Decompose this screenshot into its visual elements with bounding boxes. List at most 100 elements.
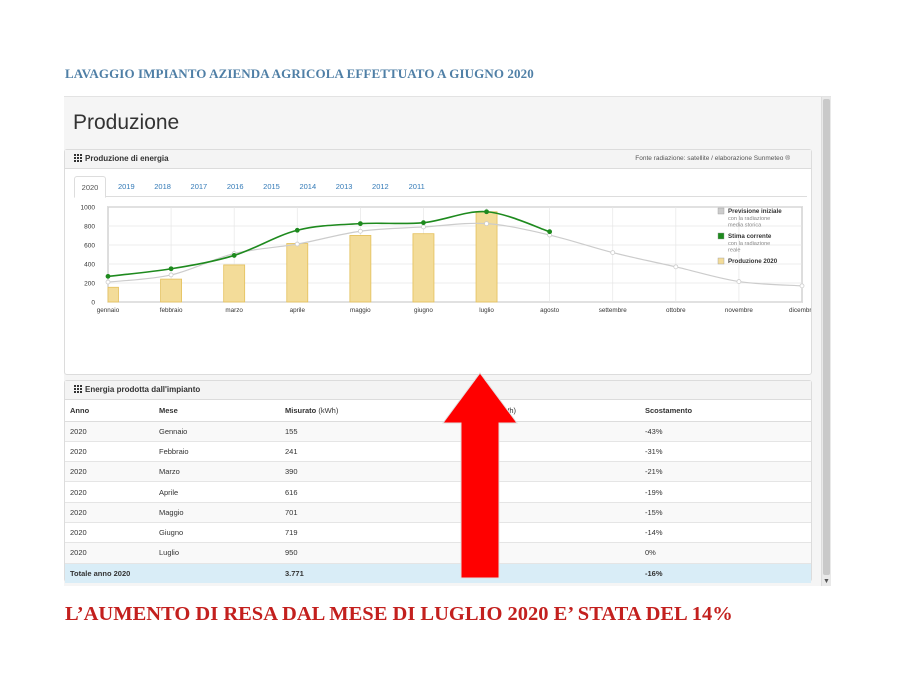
table-row: 2020 Gennaio 155 -43% xyxy=(65,420,811,442)
bar-produzione xyxy=(286,243,309,303)
bar-produzione xyxy=(160,278,182,303)
table-row: 2020 Febbraio 241 -31% xyxy=(65,440,811,462)
cell-misurato: 155 xyxy=(280,420,455,442)
legend-sublabel: con la radiazione xyxy=(728,216,770,222)
point-previsione-iniziale xyxy=(105,279,111,285)
table-row: 2020 Aprile 616 -19% xyxy=(65,481,811,503)
tab-year-2020[interactable]: 2020 xyxy=(74,176,106,198)
cell-anno: 2020 xyxy=(65,521,154,543)
cell-misurato: 719 xyxy=(280,521,455,543)
total-misurato: 3.771 xyxy=(280,562,455,584)
point-stima-corrente xyxy=(547,229,553,235)
point-previsione-iniziale xyxy=(357,228,363,234)
source-note: Fonte radiazione: satellite / elaborazio… xyxy=(635,155,790,162)
document-heading: LAVAGGIO IMPIANTO AZIENDA AGRICOLA EFFET… xyxy=(65,66,534,81)
point-stima-corrente xyxy=(484,209,489,215)
point-stima-corrente xyxy=(421,220,426,226)
cell-mese: Luglio xyxy=(154,542,280,564)
column-header-misurato[interactable]: Misurato (kWh) xyxy=(280,401,455,422)
column-header-previsto[interactable]: (kWh) xyxy=(455,401,640,422)
table-row: 2020 Luglio 950 0% xyxy=(65,542,811,564)
cell-anno: 2020 xyxy=(65,542,154,564)
cell-misurato: 241 xyxy=(280,440,455,462)
cell-previsto xyxy=(455,440,640,462)
bar-produzione xyxy=(223,264,246,303)
column-header-scostamento[interactable]: Scostamento xyxy=(640,401,811,422)
legend-sublabel: con la radiazione xyxy=(728,241,770,247)
cell-mese: Febbraio xyxy=(154,440,280,462)
table-row: 2020 Giugno 719 -14% xyxy=(65,521,811,543)
cell-scostamento: -19% xyxy=(640,481,811,503)
x-tick-label: marzo xyxy=(225,307,243,314)
tab-year-2012[interactable]: 2012 xyxy=(364,176,396,197)
y-tick-label: 0 xyxy=(91,300,95,307)
x-tick-label: settembre xyxy=(599,307,627,314)
cell-previsto xyxy=(455,521,640,543)
cell-anno: 2020 xyxy=(65,420,154,442)
cell-anno: 2020 xyxy=(65,461,154,482)
tab-year-2011[interactable]: 2011 xyxy=(401,176,433,197)
point-previsione-iniziale xyxy=(799,283,805,289)
table-row: 2020 Marzo 390 -21% xyxy=(65,461,811,482)
plot-area xyxy=(107,206,803,303)
column-header-anno[interactable]: Anno xyxy=(65,401,154,422)
cell-previsto xyxy=(455,461,640,482)
energy-table: Anno Mese Misurato (kWh) (kWh) Scostamen… xyxy=(65,401,811,584)
energy-panel-header: Produzione di energia Fonte radiazione: … xyxy=(65,150,811,169)
tab-year-2019[interactable]: 2019 xyxy=(110,176,142,197)
total-previsto xyxy=(455,562,640,584)
point-previsione-iniziale xyxy=(610,250,616,255)
y-tick-label: 400 xyxy=(84,262,95,269)
previsto-unit: (kWh) xyxy=(496,406,516,416)
x-tick-label: aprile xyxy=(290,307,306,314)
x-tick-label: gennaio xyxy=(97,307,120,314)
cell-mese: Maggio xyxy=(154,501,280,523)
bar-produzione xyxy=(349,235,372,303)
bar-produzione xyxy=(412,233,435,303)
tab-year-2015[interactable]: 2015 xyxy=(256,176,288,197)
legend-sublabel: reale xyxy=(728,248,740,254)
cell-anno: 2020 xyxy=(65,440,154,462)
bar-produzione xyxy=(107,286,119,303)
cell-mese: Giugno xyxy=(154,521,280,543)
tab-year-2014[interactable]: 2014 xyxy=(292,176,324,197)
cell-anno: 2020 xyxy=(65,501,154,523)
tab-year-2018[interactable]: 2018 xyxy=(147,176,179,197)
legend-swatch xyxy=(717,207,725,215)
scroll-down-icon[interactable]: ▼ xyxy=(822,578,831,585)
cell-anno: 2020 xyxy=(65,481,154,503)
table-row: 2020 Maggio 701 -15% xyxy=(65,501,811,523)
y-tick-label: 600 xyxy=(84,243,95,250)
x-tick-label: novembre xyxy=(725,307,753,314)
energy-panel-title: Produzione di energia xyxy=(85,154,169,163)
misurato-label: Misurato xyxy=(285,406,317,416)
x-tick-label: febbraio xyxy=(160,307,183,314)
cell-scostamento: -31% xyxy=(640,440,811,462)
cell-scostamento: -14% xyxy=(640,521,811,543)
point-previsione-iniziale xyxy=(673,264,679,270)
column-header-mese[interactable]: Mese xyxy=(154,401,280,422)
legend-label: Stima corrente xyxy=(728,233,772,240)
x-tick-label: ottobre xyxy=(666,307,686,314)
point-stima-corrente xyxy=(168,266,174,272)
grid-icon xyxy=(74,154,82,162)
vertical-scrollbar[interactable]: ▼ xyxy=(821,97,831,586)
x-tick-label: giugno xyxy=(414,307,433,314)
x-tick-label: luglio xyxy=(479,307,494,314)
table-panel-title: Energia prodotta dall'impianto xyxy=(85,385,201,394)
legend-label: Produzione 2020 xyxy=(728,258,778,265)
app-screenshot: Produzione Produzione di energia Fonte r… xyxy=(64,96,831,586)
point-previsione-iniziale xyxy=(168,272,174,278)
tab-year-2017[interactable]: 2017 xyxy=(183,176,215,197)
energy-table-panel: Energia prodotta dall'impianto Anno Mese… xyxy=(64,380,812,584)
total-scostamento: -16% xyxy=(640,562,811,584)
tab-year-2013[interactable]: 2013 xyxy=(328,176,360,197)
tab-year-2016[interactable]: 2016 xyxy=(219,176,251,197)
scrollbar-thumb[interactable] xyxy=(823,99,830,575)
cell-previsto xyxy=(455,501,640,523)
point-previsione-iniziale xyxy=(421,224,426,230)
misurato-unit: (kWh) xyxy=(318,406,339,416)
cell-scostamento: -21% xyxy=(640,461,811,482)
cell-scostamento: 0% xyxy=(640,542,811,564)
table-header-row: Anno Mese Misurato (kWh) (kWh) Scostamen… xyxy=(65,401,811,422)
